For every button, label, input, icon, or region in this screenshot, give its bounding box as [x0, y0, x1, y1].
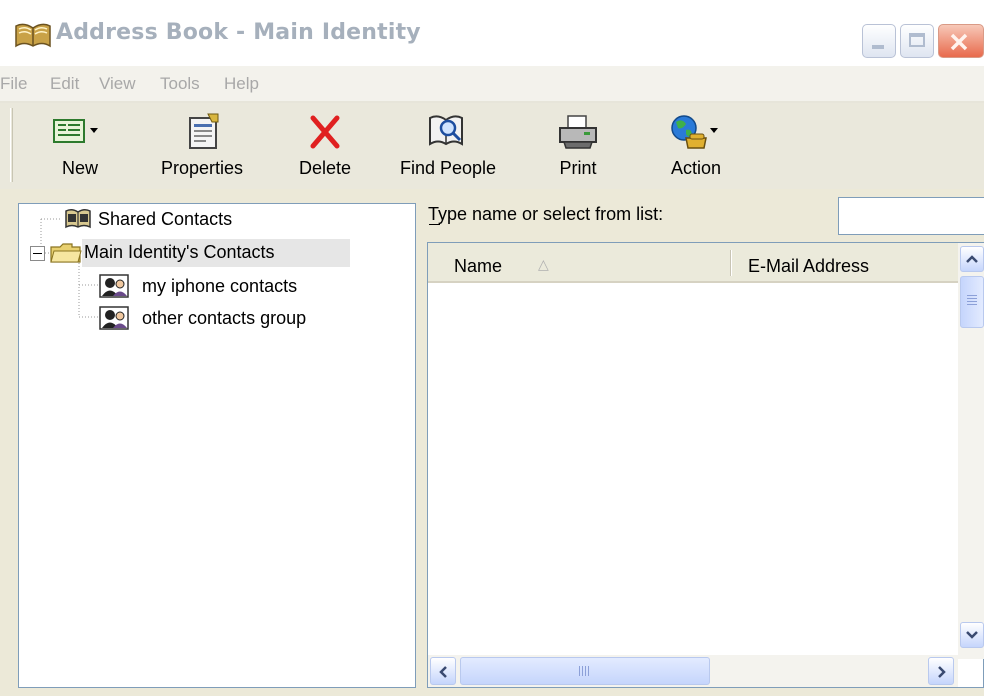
scroll-right-button[interactable]	[928, 657, 954, 685]
scroll-down-button[interactable]	[960, 622, 984, 648]
delete-button[interactable]: Delete	[285, 108, 365, 184]
print-button[interactable]: Print	[538, 108, 618, 184]
group-icon	[99, 306, 129, 330]
close-icon	[950, 33, 968, 51]
minus-icon	[33, 253, 42, 254]
close-button[interactable]	[938, 24, 984, 58]
group-icon	[99, 274, 129, 298]
sort-ascending-icon: △	[538, 256, 549, 272]
chevron-down-icon	[966, 631, 978, 639]
chevron-left-icon	[439, 666, 447, 678]
scroll-left-button[interactable]	[430, 657, 456, 685]
new-button[interactable]: New	[40, 108, 120, 184]
new-contact-icon	[53, 119, 98, 143]
window-title: Address Book - Main Identity	[56, 20, 421, 45]
minimize-button[interactable]	[862, 24, 896, 58]
search-input[interactable]	[838, 197, 984, 235]
globe-phone-icon	[671, 115, 718, 149]
menu-tools[interactable]: Tools	[160, 74, 200, 94]
properties-icon	[189, 113, 219, 149]
delete-x-icon	[310, 115, 340, 149]
print-button-label: Print	[559, 158, 597, 178]
new-button-label: New	[61, 158, 98, 178]
scroll-up-button[interactable]	[960, 246, 984, 272]
contact-list[interactable]	[427, 242, 984, 688]
tree-item-label: Shared Contacts	[98, 209, 233, 229]
horizontal-scroll-thumb[interactable]	[460, 657, 710, 685]
menu-view[interactable]: View	[99, 74, 136, 94]
properties-button-label: Properties	[160, 158, 244, 178]
column-header-email[interactable]: E-Mail Address	[748, 256, 869, 277]
tree-item-label: Main Identity's Contacts	[84, 242, 275, 262]
list-header	[428, 243, 958, 283]
grip-icon	[579, 666, 580, 676]
delete-button-label: Delete	[298, 158, 352, 178]
tree-item-main-identity-contacts[interactable]: Main Identity's Contacts	[30, 239, 350, 267]
vertical-scroll-thumb[interactable]	[960, 276, 984, 328]
action-button[interactable]: Action	[656, 108, 736, 184]
search-label: Type name or select from list:	[428, 204, 664, 224]
window-bottom-edge	[0, 688, 984, 696]
tree-item-label: my iphone contacts	[142, 276, 298, 296]
find-people-button[interactable]: Find People	[388, 108, 508, 184]
column-header-name[interactable]: Name	[454, 256, 502, 277]
accelerator-underline	[429, 224, 440, 225]
find-people-button-label: Find People	[399, 158, 497, 178]
collapse-toggle[interactable]	[30, 246, 45, 261]
printer-icon	[559, 115, 597, 149]
menu-file[interactable]: File	[0, 74, 27, 94]
chevron-up-icon	[966, 255, 978, 263]
chevron-right-icon	[938, 666, 946, 678]
menu-edit[interactable]: Edit	[50, 74, 79, 94]
shared-book-icon	[65, 208, 91, 229]
toolbar-grip[interactable]	[10, 108, 13, 182]
address-book-icon	[15, 23, 51, 48]
maximize-icon	[909, 33, 925, 47]
action-button-label: Action	[670, 158, 722, 178]
menu-help[interactable]: Help	[224, 74, 259, 94]
menu-bar	[0, 66, 984, 102]
properties-button[interactable]: Properties	[147, 108, 257, 184]
folder-icon	[50, 243, 82, 263]
find-people-icon	[429, 115, 463, 146]
minimize-icon	[872, 45, 884, 49]
grip-icon	[967, 295, 977, 296]
column-divider-highlight	[731, 250, 732, 276]
maximize-button[interactable]	[900, 24, 934, 58]
tree-item-label: other contacts group	[142, 308, 307, 328]
